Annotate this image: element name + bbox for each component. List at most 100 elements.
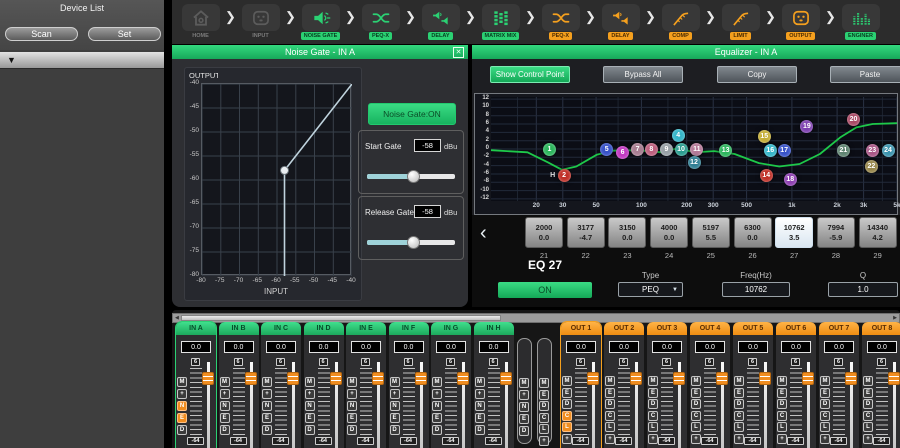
channel-button-c[interactable]: C — [648, 411, 658, 421]
channel-gain-value[interactable]: 0.0 — [479, 341, 509, 353]
eq-point-14[interactable]: 14 — [760, 169, 773, 182]
paste-button[interactable]: Paste — [830, 66, 900, 83]
channel-gain-value[interactable]: 0.0 — [181, 341, 211, 353]
channel-button-e[interactable]: E — [777, 388, 787, 398]
bypass-all-button[interactable]: Bypass All — [603, 66, 683, 83]
channel-button-c[interactable]: C — [562, 411, 572, 421]
channel-button-d[interactable]: D — [220, 425, 230, 435]
channel-tab-in-e[interactable]: IN E — [346, 322, 386, 335]
channel-button-c[interactable]: C — [734, 411, 744, 421]
channel-button-m[interactable]: M — [863, 376, 873, 386]
channel-button-c[interactable]: C — [820, 411, 830, 421]
release-gate-slider[interactable] — [367, 240, 455, 245]
channel-button-d[interactable]: D — [562, 399, 572, 409]
toolbar-item-noise-gate[interactable]: NOISE GATE — [297, 4, 344, 40]
fader-handle[interactable] — [888, 372, 900, 385]
channel-tab-in-g[interactable]: IN G — [431, 322, 471, 335]
start-gate-slider[interactable] — [367, 174, 455, 179]
channel-button-n[interactable]: N — [177, 401, 187, 411]
scroll-right-arrow-icon[interactable]: ▶ — [893, 315, 897, 322]
channel-button-m[interactable]: M — [648, 376, 658, 386]
eq-point-1[interactable]: 1 — [543, 143, 556, 156]
channel-button-m[interactable]: M — [347, 377, 357, 387]
fader-handle[interactable] — [202, 372, 214, 385]
eq-point-18[interactable]: 18 — [784, 173, 797, 186]
channel-tab-in-h[interactable]: IN H — [474, 322, 514, 335]
channel-tab-in-a[interactable]: IN A — [176, 322, 216, 335]
channel-button-n[interactable]: N — [390, 401, 400, 411]
channel-gain-value[interactable]: 0.0 — [824, 341, 854, 353]
channel-button-plus[interactable]: + — [347, 389, 357, 399]
channel-button-l[interactable]: L — [863, 422, 873, 432]
start-gate-value-field[interactable]: -58 — [414, 139, 441, 152]
band-on-button[interactable]: ON — [498, 282, 592, 298]
toolbar-item-output[interactable]: OUTPUT — [777, 4, 824, 40]
channel-button-d[interactable]: D — [390, 425, 400, 435]
channel-button-e[interactable]: E — [347, 413, 357, 423]
channel-button-d[interactable]: D — [691, 399, 701, 409]
channel-button-l[interactable]: L — [562, 422, 572, 432]
channel-gain-value[interactable]: 0.0 — [695, 341, 725, 353]
freq-field[interactable]: 10762 — [722, 282, 790, 297]
channel-button-m[interactable]: M — [177, 377, 187, 387]
channel-button-plus[interactable]: + — [220, 389, 230, 399]
fader-handle[interactable] — [415, 372, 427, 385]
master-button-plus[interactable]: + — [539, 436, 549, 446]
channel-button-n[interactable]: N — [475, 401, 485, 411]
channel-tab-in-c[interactable]: IN C — [261, 322, 301, 335]
eq-point-4[interactable]: 4 — [672, 129, 685, 142]
channel-button-plus[interactable]: + — [605, 434, 615, 444]
channel-button-c[interactable]: C — [691, 411, 701, 421]
channel-button-plus[interactable]: + — [262, 389, 272, 399]
channel-tab-out-5[interactable]: OUT 5 — [733, 322, 773, 335]
channel-tab-out-8[interactable]: OUT 8 — [862, 322, 900, 335]
channel-button-d[interactable]: D — [475, 425, 485, 435]
toolbar-item-home[interactable]: HOME — [177, 4, 224, 40]
channel-tab-out-1[interactable]: OUT 1 — [561, 322, 601, 335]
toolbar-item-limit[interactable]: LIMIT — [717, 4, 764, 40]
eq-point-23[interactable]: 23 — [866, 144, 879, 157]
fader-handle[interactable] — [245, 372, 257, 385]
channel-gain-value[interactable]: 0.0 — [309, 341, 339, 353]
channel-button-l[interactable]: L — [777, 422, 787, 432]
channel-button-l[interactable]: L — [820, 422, 830, 432]
channel-button-m[interactable]: M — [820, 376, 830, 386]
band-cell-29[interactable]: 143404.2 — [859, 217, 897, 248]
toolbar-item-matrix-mix[interactable]: MATRIX MIX — [477, 4, 524, 40]
channel-button-e[interactable]: E — [177, 413, 187, 423]
fader-handle[interactable] — [330, 372, 342, 385]
fader-handle[interactable] — [716, 372, 728, 385]
channel-gain-value[interactable]: 0.0 — [224, 341, 254, 353]
eq-point-13[interactable]: 13 — [719, 144, 732, 157]
channel-button-e[interactable]: E — [262, 413, 272, 423]
toolbar-item-peq-x[interactable]: PEQ-X — [537, 4, 584, 40]
fader-handle[interactable] — [287, 372, 299, 385]
master-button-l[interactable]: L — [539, 424, 549, 434]
noise-gate-on-button[interactable]: Noise Gate:ON — [368, 103, 456, 125]
channel-button-d[interactable]: D — [605, 399, 615, 409]
channel-tab-out-7[interactable]: OUT 7 — [819, 322, 859, 335]
band-cell-25[interactable]: 51975.5 — [692, 217, 730, 248]
master-button-n[interactable]: N — [519, 402, 529, 412]
channel-button-m[interactable]: M — [562, 376, 572, 386]
channel-button-plus[interactable]: + — [691, 434, 701, 444]
master-button-d[interactable]: D — [519, 426, 529, 436]
channel-button-plus[interactable]: + — [734, 434, 744, 444]
channel-button-m[interactable]: M — [220, 377, 230, 387]
channel-button-l[interactable]: L — [648, 422, 658, 432]
master-button-c[interactable]: C — [539, 413, 549, 423]
q-field[interactable]: 1.0 — [828, 282, 898, 297]
channel-button-n[interactable]: N — [220, 401, 230, 411]
channel-button-m[interactable]: M — [734, 376, 744, 386]
channel-button-d[interactable]: D — [863, 399, 873, 409]
toolbar-item-enginer[interactable]: ENGINER — [837, 4, 884, 40]
fader-handle[interactable] — [500, 372, 512, 385]
channel-button-n[interactable]: N — [347, 401, 357, 411]
band-cell-28[interactable]: 7994-5.9 — [817, 217, 855, 248]
type-dropdown[interactable]: PEQ ▼ — [618, 282, 683, 297]
channel-button-plus[interactable]: + — [177, 389, 187, 399]
band-cell-21[interactable]: 20000.0 — [525, 217, 563, 248]
channel-button-e[interactable]: E — [691, 388, 701, 398]
channel-button-d[interactable]: D — [734, 399, 744, 409]
band-cell-24[interactable]: 40000.0 — [650, 217, 688, 248]
